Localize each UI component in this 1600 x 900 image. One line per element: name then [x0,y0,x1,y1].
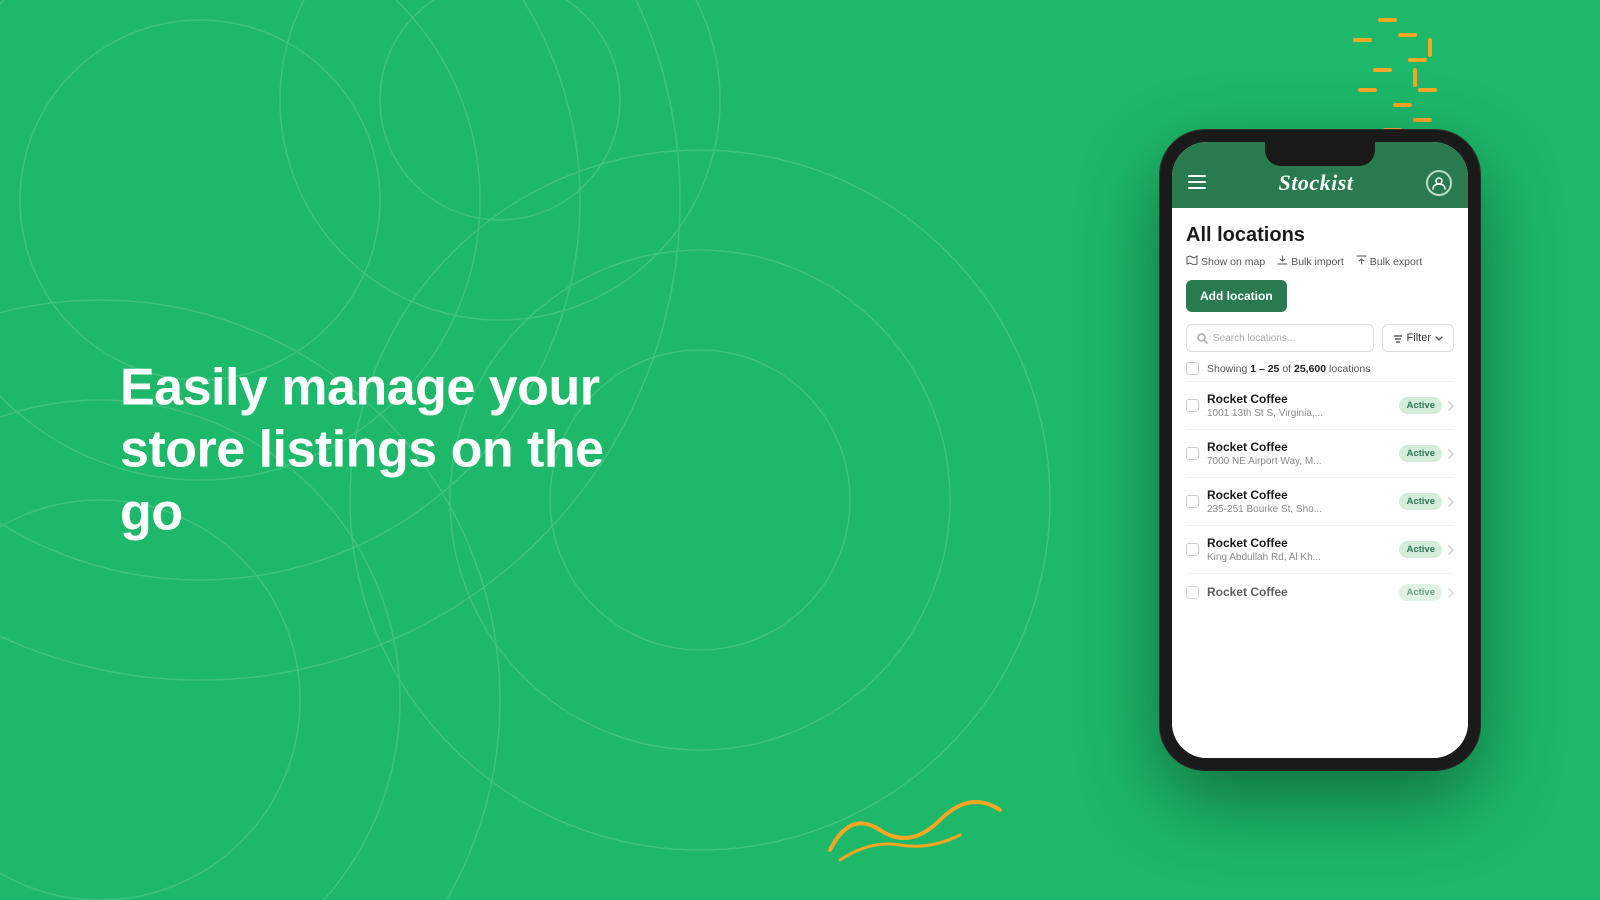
status-badge: Active [1399,445,1442,462]
chevron-right-icon [1448,545,1454,555]
item-checkbox[interactable] [1186,543,1199,556]
show-on-map-link[interactable]: Show on map [1186,255,1265,268]
item-checkbox[interactable] [1186,586,1199,599]
app-logo: Stockist [1279,170,1354,196]
location-item[interactable]: Rocket Coffee 1001 13th St S, Virginia,.… [1186,381,1454,429]
chevron-right-icon [1448,497,1454,507]
search-box[interactable]: Search locations... [1186,324,1374,352]
chevron-right-icon [1448,588,1454,598]
item-info: Rocket Coffee [1207,585,1391,601]
item-name: Rocket Coffee [1207,536,1391,550]
item-right: Active [1399,445,1454,462]
filter-label: Filter [1407,332,1431,344]
item-right: Active [1399,541,1454,558]
item-right: Active [1399,584,1454,601]
page-range: 1 – 25 [1250,363,1279,375]
item-name: Rocket Coffee [1207,440,1391,454]
menu-icon[interactable] [1188,174,1206,192]
phone-outer: Stockist All locations [1160,130,1480,770]
location-list: Rocket Coffee 1001 13th St S, Virginia,.… [1186,381,1454,758]
showing-row: Showing 1 – 25 of 25,600 locations [1186,362,1454,375]
select-all-checkbox[interactable] [1186,362,1199,375]
item-name: Rocket Coffee [1207,585,1391,599]
item-info: Rocket Coffee King Abdullah Rd, Al Kh... [1207,536,1391,563]
phone-mockup: Stockist All locations [1160,130,1480,770]
item-name: Rocket Coffee [1207,488,1391,502]
item-address: 235-251 Bourke St, Sho... [1207,504,1391,515]
filter-button[interactable]: Filter [1382,324,1454,352]
item-checkbox[interactable] [1186,447,1199,460]
search-filter-row: Search locations... Filter [1186,324,1454,352]
filter-icon [1393,334,1403,343]
item-right: Active [1399,397,1454,414]
item-info: Rocket Coffee 1001 13th St S, Virginia,.… [1207,392,1391,419]
location-item[interactable]: Rocket Coffee 7000 NE Airport Way, M... … [1186,429,1454,477]
import-icon [1277,255,1288,268]
item-address: 1001 13th St S, Virginia,... [1207,408,1391,419]
add-location-button[interactable]: Add location [1186,280,1287,312]
chevron-right-icon [1448,401,1454,411]
status-badge: Active [1399,584,1442,601]
action-row: Show on map Bulk import [1186,255,1454,268]
hero-text: Easily manage your store listings on the… [120,356,640,543]
deco-squiggle-bottom [820,770,1020,870]
item-checkbox[interactable] [1186,399,1199,412]
item-info: Rocket Coffee 7000 NE Airport Way, M... [1207,440,1391,467]
page-title: All locations [1186,224,1454,247]
phone-content: All locations Show on map [1172,208,1468,758]
bulk-export-link[interactable]: Bulk export [1356,255,1423,268]
bulk-import-link[interactable]: Bulk import [1277,255,1344,268]
search-placeholder: Search locations... [1213,333,1295,344]
hero-section: Easily manage your store listings on the… [120,356,640,543]
location-item[interactable]: Rocket Coffee King Abdullah Rd, Al Kh...… [1186,525,1454,573]
location-item[interactable]: Rocket Coffee 235-251 Bourke St, Sho... … [1186,477,1454,525]
location-item[interactable]: Rocket Coffee Active [1186,573,1454,611]
search-icon [1197,333,1208,344]
chevron-down-icon [1435,336,1443,341]
user-icon[interactable] [1426,170,1452,196]
item-address: King Abdullah Rd, Al Kh... [1207,552,1391,563]
item-info: Rocket Coffee 235-251 Bourke St, Sho... [1207,488,1391,515]
status-badge: Active [1399,541,1442,558]
export-icon [1356,255,1367,268]
item-address: 7000 NE Airport Way, M... [1207,456,1391,467]
showing-text: Showing 1 – 25 of 25,600 locations [1207,363,1370,375]
phone-notch [1265,142,1375,166]
item-checkbox[interactable] [1186,495,1199,508]
item-name: Rocket Coffee [1207,392,1391,406]
chevron-right-icon [1448,449,1454,459]
total-count: 25,600 [1294,363,1326,375]
status-badge: Active [1399,493,1442,510]
phone-screen: Stockist All locations [1172,142,1468,758]
status-badge: Active [1399,397,1442,414]
map-icon [1186,255,1198,268]
item-right: Active [1399,493,1454,510]
